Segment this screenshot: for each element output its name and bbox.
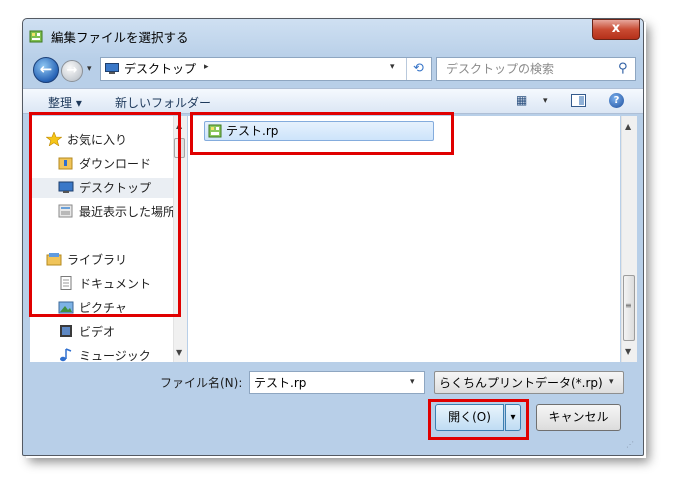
close-button[interactable]: x bbox=[592, 19, 640, 40]
music-icon bbox=[60, 348, 72, 362]
file-type-value[interactable]: らくちんプリントデータ(*.rp) bbox=[439, 374, 603, 391]
resize-grip-icon[interactable]: ⋰ bbox=[626, 440, 634, 449]
refresh-button[interactable]: ⟲ bbox=[406, 58, 430, 80]
breadcrumb-chevron-icon[interactable]: ▸ bbox=[204, 62, 209, 72]
highlight-file-item bbox=[190, 112, 454, 155]
highlight-navigation-pane bbox=[29, 112, 181, 317]
highlight-open-button bbox=[428, 399, 529, 440]
view-options-icon[interactable]: ▦ bbox=[516, 93, 527, 107]
sidebar-item-label: ミュージック bbox=[79, 349, 151, 362]
video-icon bbox=[60, 325, 72, 337]
search-icon[interactable]: ⚲ bbox=[618, 61, 628, 76]
cancel-button[interactable]: キャンセル bbox=[536, 404, 621, 431]
view-dropdown-icon[interactable]: ▾ bbox=[543, 96, 548, 106]
scrollbar-grip-icon: ≡ bbox=[625, 301, 632, 310]
sidebar-item-label: ビデオ bbox=[79, 325, 116, 339]
address-location[interactable]: デスクトップ bbox=[124, 60, 196, 77]
scroll-down-icon[interactable]: ▼ bbox=[625, 347, 631, 356]
window-title: 編集ファイルを選択する bbox=[51, 30, 189, 45]
back-button[interactable]: ← bbox=[33, 57, 59, 83]
sidebar-item-music[interactable]: ミュージック bbox=[58, 346, 151, 362]
filename-value[interactable]: テスト.rp bbox=[254, 374, 306, 391]
filename-label: ファイル名(N): bbox=[160, 376, 243, 390]
filename-dropdown-icon[interactable]: ▾ bbox=[410, 377, 415, 387]
organize-menu-button[interactable]: 整理 ▾ bbox=[48, 94, 82, 111]
scroll-up-icon[interactable]: ▲ bbox=[625, 122, 631, 131]
file-type-dropdown-icon[interactable]: ▾ bbox=[609, 377, 614, 387]
forward-button[interactable]: → bbox=[61, 60, 83, 82]
history-dropdown-icon[interactable]: ▾ bbox=[87, 64, 92, 74]
search-placeholder: デスクトップの検索 bbox=[446, 62, 555, 76]
sidebar-item-videos[interactable]: ビデオ bbox=[58, 322, 115, 342]
scroll-down-icon[interactable]: ▼ bbox=[176, 348, 182, 357]
desktop-icon bbox=[105, 63, 119, 74]
help-button[interactable]: ? bbox=[609, 93, 624, 108]
app-icon bbox=[29, 30, 43, 43]
preview-pane-icon bbox=[579, 96, 584, 105]
address-dropdown-icon[interactable]: ▾ bbox=[390, 62, 395, 72]
new-folder-button[interactable]: 新しいフォルダー bbox=[115, 94, 211, 111]
